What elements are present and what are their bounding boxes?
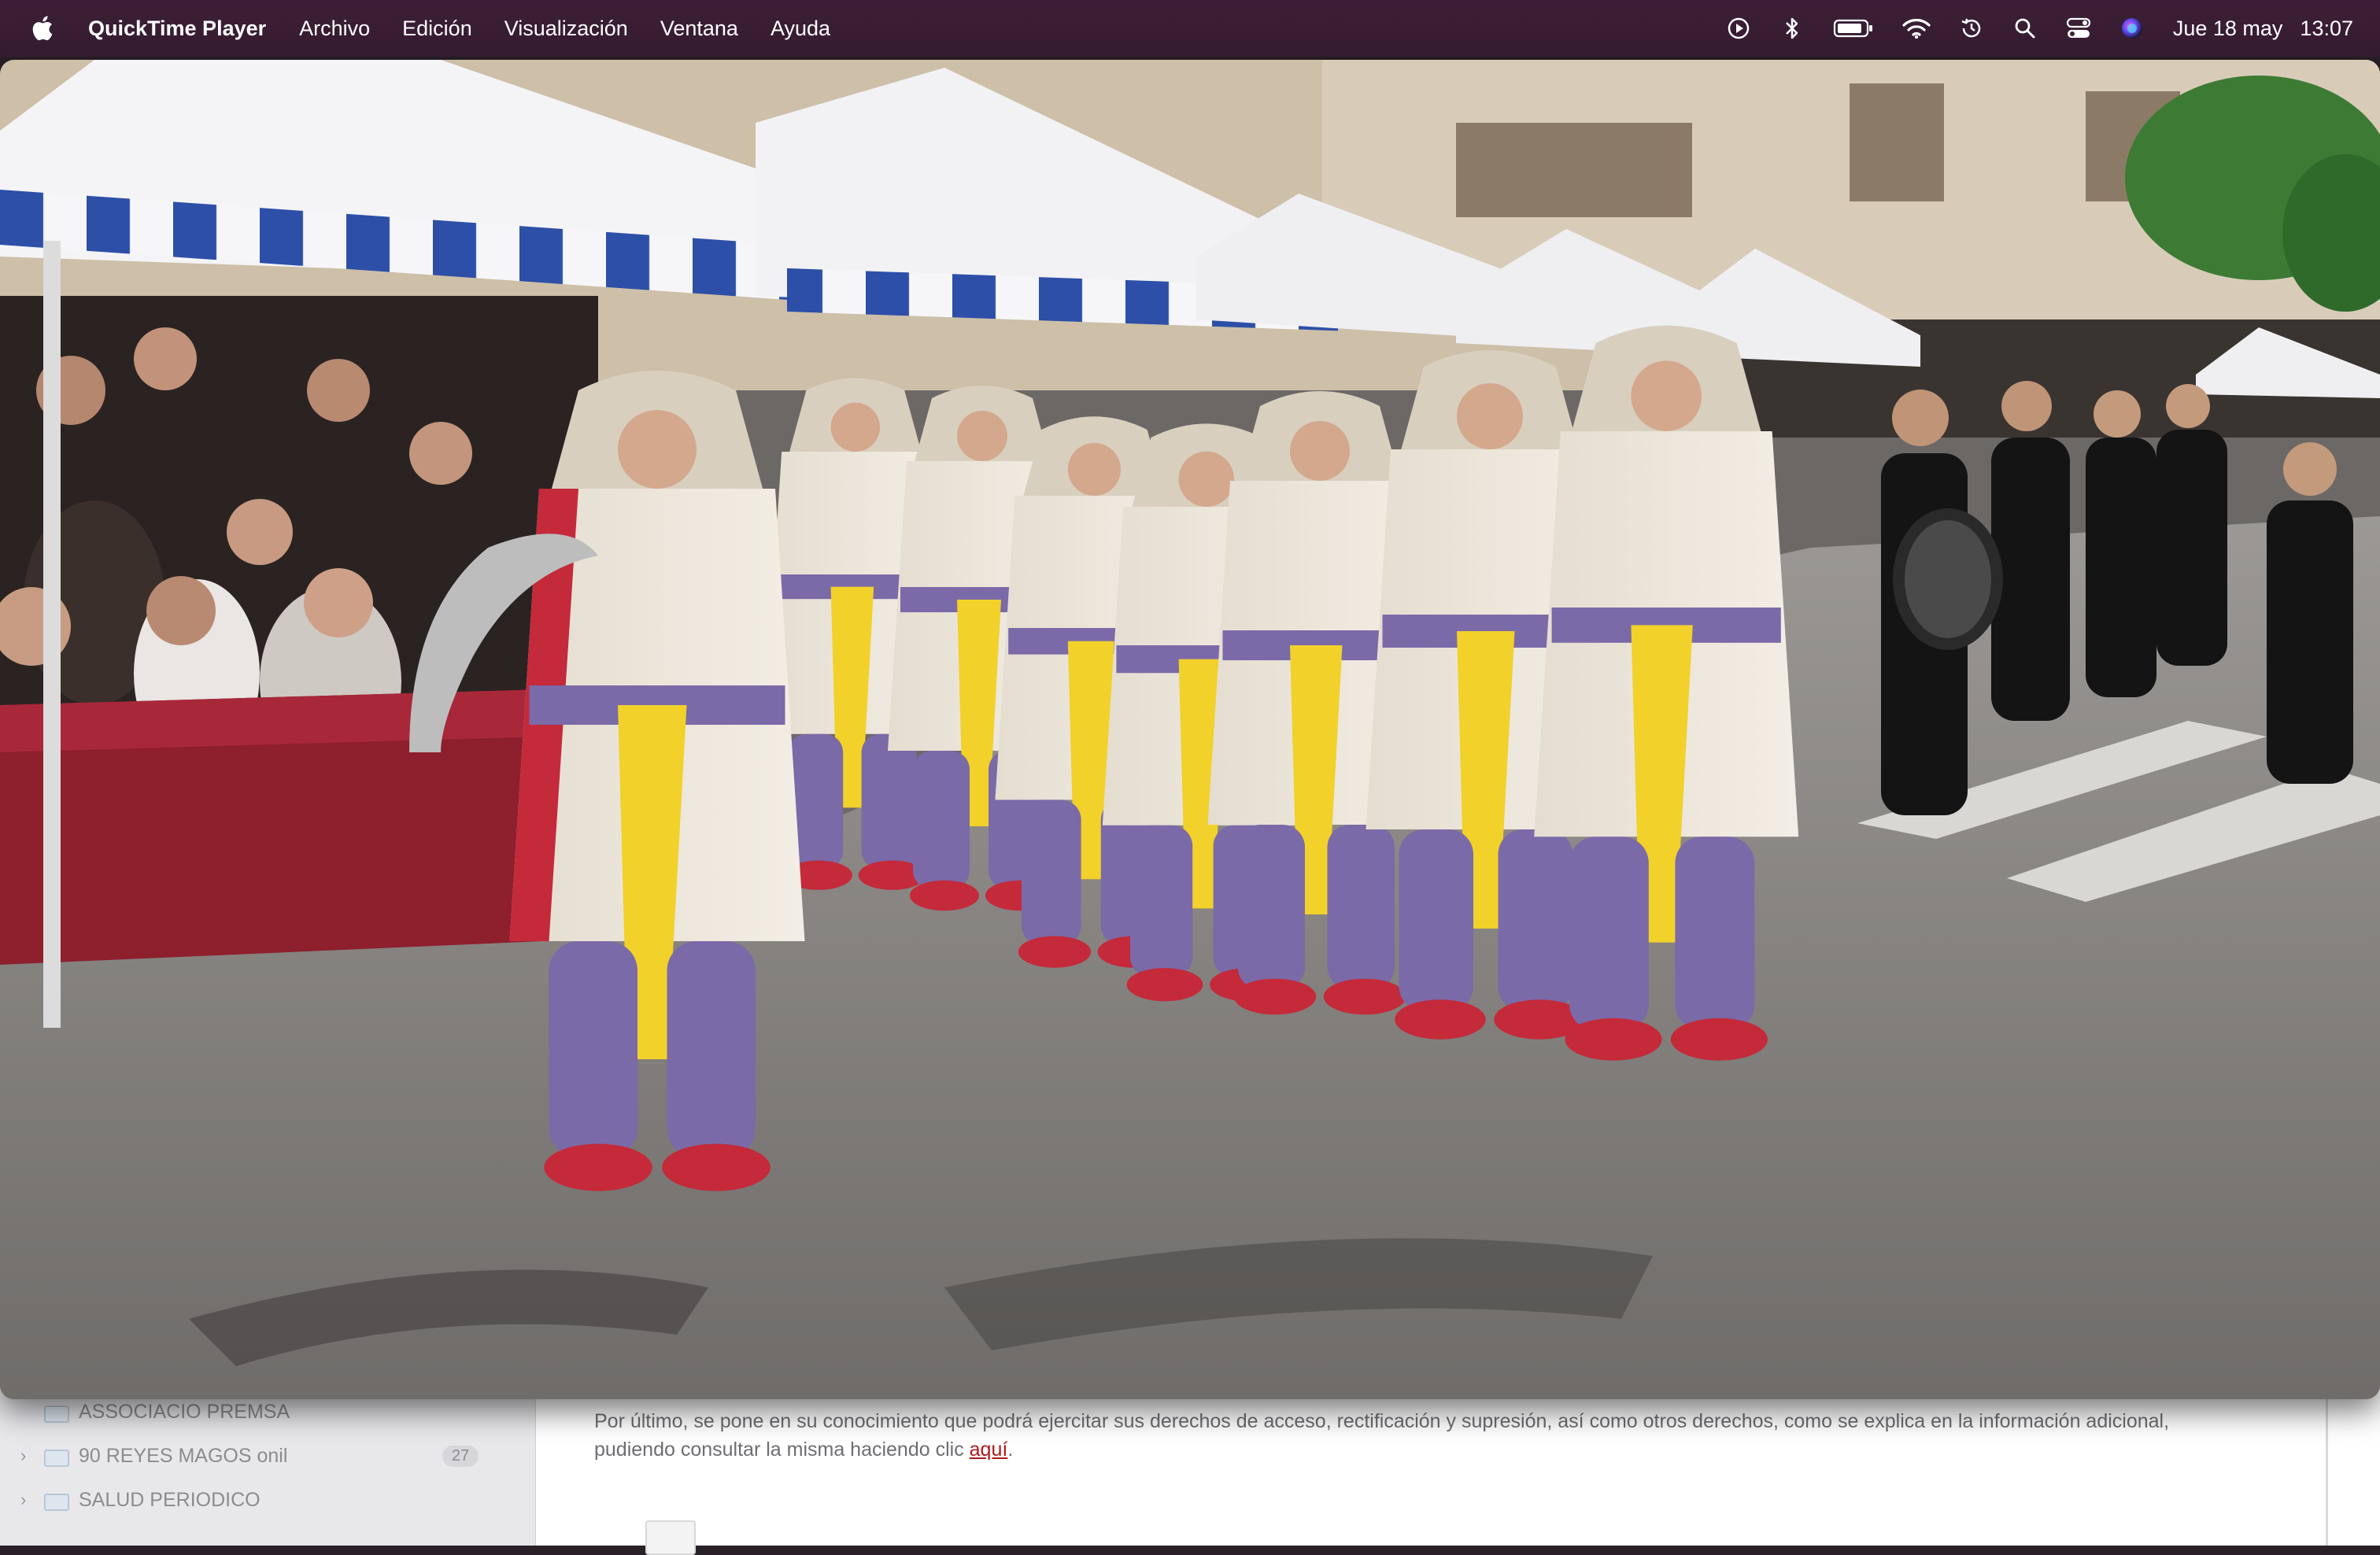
folder-icon <box>44 1491 69 1511</box>
folder-label: SALUD PERIODICO <box>79 1488 261 1511</box>
menu-visualizacion[interactable]: Visualización <box>504 17 628 41</box>
play-circle-icon[interactable] <box>1726 16 1751 41</box>
unread-count-badge: 27 <box>442 1445 479 1467</box>
control-center-icon[interactable] <box>2066 16 2091 41</box>
attachment-icon[interactable] <box>645 1520 696 1555</box>
wifi-icon[interactable] <box>1902 16 1931 41</box>
time-text: 13:07 <box>2300 16 2353 40</box>
siri-icon[interactable] <box>2119 16 2145 41</box>
time-machine-icon[interactable] <box>1959 16 1984 41</box>
quicktime-player-window[interactable] <box>0 60 2380 1399</box>
date-text: Jue 18 may <box>2172 16 2283 40</box>
menu-ventana[interactable]: Ventana <box>660 17 738 41</box>
aqui-link[interactable]: aquí <box>970 1439 1008 1461</box>
menu-ayuda[interactable]: Ayuda <box>771 17 830 41</box>
battery-icon[interactable] <box>1833 16 1874 41</box>
folder-salud-periodico[interactable]: › SALUD PERIODICO <box>0 1478 535 1522</box>
app-name-menu[interactable]: QuickTime Player <box>88 17 266 41</box>
video-frame[interactable] <box>0 60 2380 1399</box>
menu-archivo[interactable]: Archivo <box>299 17 370 41</box>
chevron-right-icon[interactable]: › <box>20 1490 36 1510</box>
message-body: Por último, se pone en su conocimiento q… <box>594 1410 2170 1461</box>
bluetooth-icon[interactable] <box>1779 16 1805 41</box>
folder-90-reyes-magos[interactable]: › 90 REYES MAGOS onil 27 <box>0 1434 535 1478</box>
mail-sidebar: ASSOCIACIO PREMSA › 90 REYES MAGOS onil … <box>0 1385 536 1546</box>
folder-label: 90 REYES MAGOS onil <box>79 1444 288 1467</box>
status-area: Jue 18 may 13:07 <box>1726 0 2353 57</box>
folder-icon <box>44 1447 69 1467</box>
folder-label: ASSOCIACIO PREMSA <box>79 1400 290 1423</box>
body-text: Por último, se pone en su conocimiento q… <box>594 1410 2170 1461</box>
spotlight-icon[interactable] <box>2012 16 2038 41</box>
message-scrollbar[interactable] <box>2326 1385 2328 1546</box>
chevron-right-icon[interactable]: › <box>20 1446 36 1466</box>
apple-menu-icon[interactable] <box>30 15 54 42</box>
folder-icon <box>44 1403 69 1423</box>
mail-window: ASSOCIACIO PREMSA › 90 REYES MAGOS onil … <box>0 1385 2380 1555</box>
menu-bar: QuickTime Player Archivo Edición Visuali… <box>0 0 2380 57</box>
menu-edicion[interactable]: Edición <box>402 17 472 41</box>
menu-clock[interactable]: Jue 18 may 13:07 <box>2173 17 2353 41</box>
